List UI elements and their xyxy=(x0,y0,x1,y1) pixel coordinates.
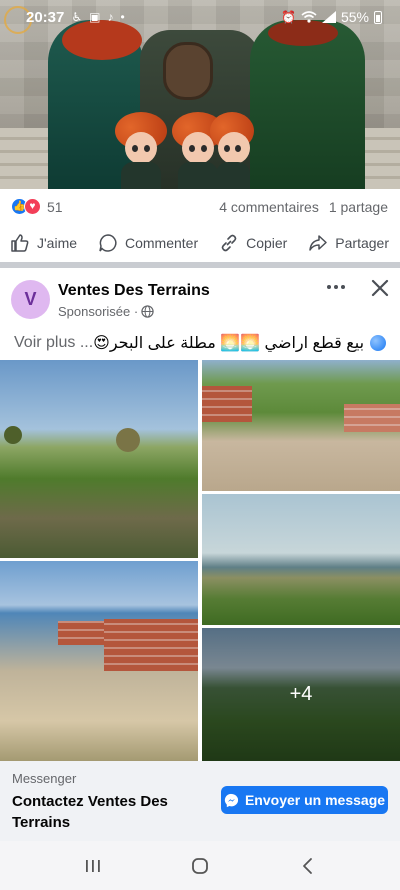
send-message-button[interactable]: Envoyer un message xyxy=(221,786,388,814)
comment-label: Commenter xyxy=(124,235,199,251)
cta-bar: Messenger Contactez Ventes Des Terrains … xyxy=(0,761,400,841)
battery-percent: 55% xyxy=(340,9,369,25)
close-icon[interactable] xyxy=(368,276,392,300)
cta-source: Messenger xyxy=(12,771,77,786)
back-icon[interactable] xyxy=(287,848,327,884)
ad-caption: بيع قطع اراضي 🌅🌅 مطلة على البحر😍 xyxy=(93,335,365,352)
messenger-icon xyxy=(224,793,239,807)
battery-icon xyxy=(374,10,382,24)
gallery-icon: ▣ xyxy=(89,10,101,24)
page-avatar[interactable]: V xyxy=(11,280,50,319)
status-bar: 20:37 ♿ ▣ ♪ • ⏰ 55% xyxy=(0,0,400,34)
alarm-icon: ⏰ xyxy=(281,10,296,24)
see-more-link[interactable]: Voir plus ... xyxy=(14,334,93,352)
cta-title: Contactez Ventes Des Terrains xyxy=(12,793,168,831)
land-photo-3[interactable] xyxy=(202,360,400,491)
comments-count[interactable]: 4 commentaires xyxy=(219,199,319,215)
status-left: 20:37 ♿ ▣ ♪ • xyxy=(26,9,125,26)
character-sporran xyxy=(163,42,213,100)
wifi-icon xyxy=(301,11,317,23)
character-child xyxy=(210,112,254,189)
reactions-summary[interactable]: 👍 ♥ 51 4 commentaires 1 partage xyxy=(0,189,400,224)
share-button[interactable]: Partager xyxy=(308,233,389,253)
like-button[interactable]: J'aime xyxy=(10,233,77,253)
land-photo-4[interactable] xyxy=(202,494,400,625)
tiktok-icon: ♪ xyxy=(107,10,114,24)
comment-icon xyxy=(99,234,117,252)
accessibility-icon: ♿ xyxy=(71,10,83,24)
copy-button[interactable]: Copier xyxy=(219,233,287,253)
like-label: J'aime xyxy=(37,235,78,251)
share-label: Partager xyxy=(335,235,389,251)
more-photos-count[interactable]: +4 xyxy=(202,628,400,761)
ad-post-header: V Ventes Des Terrains Sponsorisée · xyxy=(0,268,400,330)
engagement-counts: 4 commentaires 1 partage xyxy=(219,199,388,215)
land-photo-2[interactable] xyxy=(0,561,198,761)
post-actions: J'aime Commenter Copier Partager xyxy=(0,224,400,262)
more-options-icon[interactable] xyxy=(322,280,350,294)
system-nav-bar xyxy=(0,841,400,890)
dot-icon: • xyxy=(120,10,125,24)
recent-apps-icon[interactable] xyxy=(73,848,113,884)
land-photo-1[interactable] xyxy=(0,360,198,558)
ad-photo-grid: +4 xyxy=(0,360,400,761)
blue-circle-icon xyxy=(370,335,387,351)
character-child xyxy=(115,112,167,189)
signal-icon xyxy=(321,11,336,23)
page-name[interactable]: Ventes Des Terrains xyxy=(58,282,210,300)
reaction-count: 51 xyxy=(47,198,63,215)
status-right: ⏰ 55% xyxy=(281,9,382,25)
shares-count[interactable]: 1 partage xyxy=(329,199,388,215)
link-icon xyxy=(221,234,237,252)
ad-post-text: بيع قطع اراضي 🌅🌅 مطلة على البحر😍 Voir pl… xyxy=(0,330,400,356)
send-message-label: Envoyer un message xyxy=(244,792,386,808)
copy-label: Copier xyxy=(246,235,288,251)
status-time: 20:37 xyxy=(26,8,65,26)
globe-icon xyxy=(141,305,154,318)
home-icon[interactable] xyxy=(180,848,220,884)
sponsored-info[interactable]: Sponsorisée · xyxy=(58,304,154,319)
thumbs-up-icon xyxy=(11,234,29,252)
share-icon xyxy=(309,235,328,251)
love-reaction-icon: ♥ xyxy=(24,198,41,215)
sponsored-label: Sponsorisée · xyxy=(58,304,139,319)
reaction-icons[interactable]: 👍 ♥ 51 xyxy=(11,198,63,215)
comment-button[interactable]: Commenter xyxy=(98,233,198,253)
